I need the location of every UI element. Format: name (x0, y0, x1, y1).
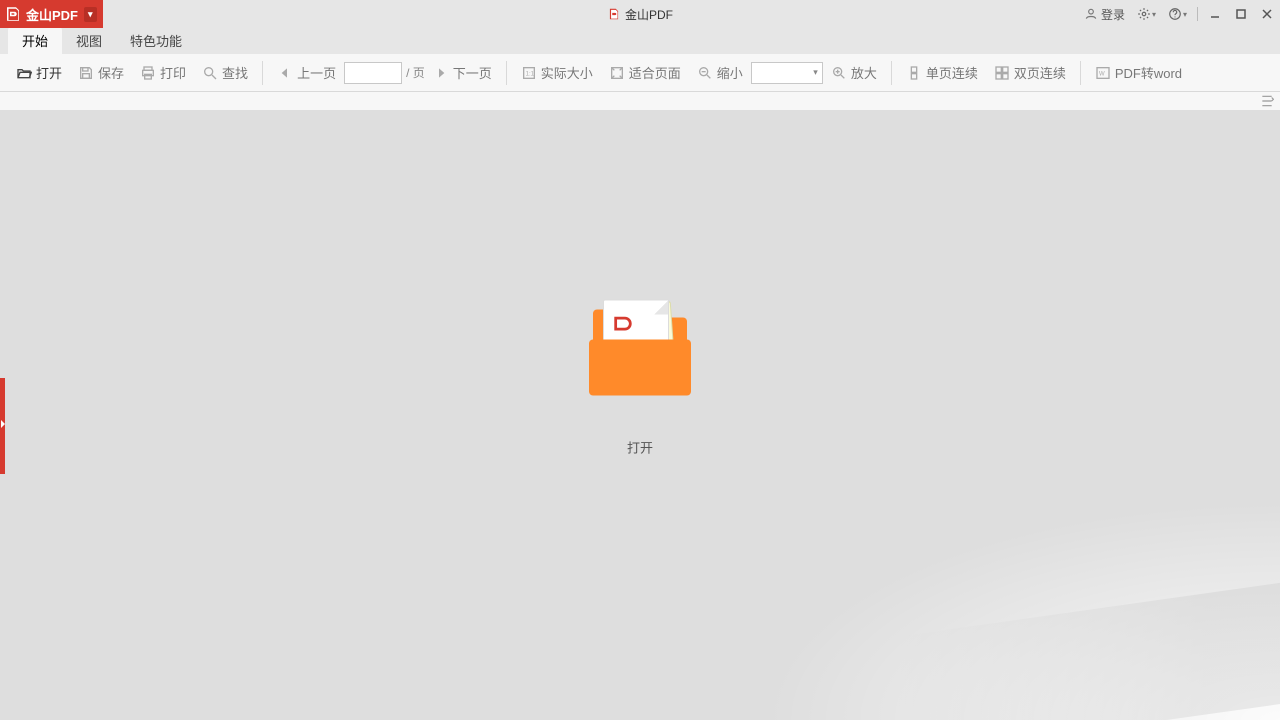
app-logo-icon (4, 5, 22, 23)
zoom-in-button[interactable]: 放大 (823, 54, 885, 91)
open-tile-label: 打开 (627, 438, 653, 457)
gear-icon (1137, 7, 1151, 21)
collapse-ribbon-icon[interactable] (1260, 94, 1274, 108)
tab-start[interactable]: 开始 (8, 27, 62, 54)
toolbar-strip (0, 92, 1280, 110)
print-icon (140, 65, 156, 81)
app-badge[interactable]: 金山PDF ▾ (0, 0, 103, 28)
folder-open-icon (16, 65, 32, 81)
next-page-button[interactable]: 下一页 (425, 54, 500, 91)
zoom-input[interactable] (752, 66, 822, 80)
document-icon (607, 7, 621, 21)
actual-size-button[interactable]: 1:1 实际大小 (513, 54, 601, 91)
prev-page-button[interactable]: 上一页 (269, 54, 344, 91)
document-title: 金山PDF (607, 6, 673, 23)
titlebar-separator (1197, 7, 1198, 21)
pdf-doc-icon (612, 315, 634, 337)
find-button[interactable]: 查找 (194, 54, 256, 91)
arrow-right-icon (433, 65, 449, 81)
fit-page-icon (609, 65, 625, 81)
login-label: 登录 (1101, 6, 1125, 23)
fit-page-button[interactable]: 适合页面 (601, 54, 689, 91)
user-icon (1084, 7, 1098, 21)
maximize-button[interactable] (1228, 0, 1254, 28)
toolbar-separator (506, 61, 507, 85)
zoom-in-label: 放大 (851, 63, 877, 82)
search-icon (202, 65, 218, 81)
minimize-button[interactable] (1202, 0, 1228, 28)
find-label: 查找 (222, 63, 248, 82)
app-menu-dropdown-icon[interactable]: ▾ (84, 7, 97, 22)
pdf-to-word-button[interactable]: W PDF转word (1087, 54, 1190, 91)
open-folder-illustration (585, 300, 695, 410)
toolbar-separator (891, 61, 892, 85)
zoom-out-button[interactable]: 缩小 (689, 54, 751, 91)
ribbon-tabs: 开始 视图 特色功能 (0, 28, 1280, 54)
fit-page-label: 适合页面 (629, 63, 681, 82)
double-continuous-button[interactable]: 双页连续 (986, 54, 1074, 91)
tab-view[interactable]: 视图 (62, 27, 116, 54)
single-continuous-label: 单页连续 (926, 63, 978, 82)
help-icon (1168, 7, 1182, 21)
double-page-icon (994, 65, 1010, 81)
save-label: 保存 (98, 63, 124, 82)
arrow-left-icon (277, 65, 293, 81)
double-continuous-label: 双页连续 (1014, 63, 1066, 82)
open-label: 打开 (36, 63, 62, 82)
single-continuous-button[interactable]: 单页连续 (898, 54, 986, 91)
help-dropdown-icon: ▾ (1183, 10, 1187, 19)
help-button[interactable]: ▾ (1162, 0, 1193, 28)
tab-features[interactable]: 特色功能 (116, 27, 196, 54)
page-suffix-label: / 页 (406, 64, 425, 81)
title-bar: 金山PDF ▾ 金山PDF 登录 ▾ ▾ (0, 0, 1280, 28)
single-page-icon (906, 65, 922, 81)
prev-page-label: 上一页 (297, 63, 336, 82)
pdf-to-word-label: PDF转word (1115, 63, 1182, 82)
save-icon (78, 65, 94, 81)
document-title-text: 金山PDF (625, 6, 673, 23)
next-page-label: 下一页 (453, 63, 492, 82)
print-button[interactable]: 打印 (132, 54, 194, 91)
login-button[interactable]: 登录 (1078, 0, 1131, 28)
pdf-to-word-icon: W (1095, 65, 1111, 81)
zoom-out-icon (697, 65, 713, 81)
svg-text:1:1: 1:1 (525, 71, 534, 77)
zoom-in-icon (831, 65, 847, 81)
chevron-down-icon[interactable]: ▾ (813, 67, 818, 78)
svg-text:W: W (1099, 71, 1105, 77)
zoom-combo[interactable]: ▾ (751, 62, 823, 84)
toolbar-separator (262, 61, 263, 85)
print-label: 打印 (160, 63, 186, 82)
toolbar-separator (1080, 61, 1081, 85)
maximize-icon (1235, 8, 1247, 20)
actual-size-label: 实际大小 (541, 63, 593, 82)
page-number-input[interactable] (344, 62, 402, 84)
minimize-icon (1209, 8, 1221, 20)
settings-button[interactable]: ▾ (1131, 0, 1162, 28)
chevron-right-icon (1, 420, 5, 428)
toolbar: 打开 保存 打印 查找 上一页 / 页 下一页 1:1 实际大小 适合页面 缩小… (0, 54, 1280, 92)
workspace: 打开 (0, 110, 1280, 720)
save-button[interactable]: 保存 (70, 54, 132, 91)
app-name: 金山PDF (26, 5, 78, 24)
actual-size-icon: 1:1 (521, 65, 537, 81)
open-button[interactable]: 打开 (8, 54, 70, 91)
zoom-out-label: 缩小 (717, 63, 743, 82)
open-file-tile[interactable]: 打开 (585, 300, 695, 457)
settings-dropdown-icon: ▾ (1152, 10, 1156, 19)
titlebar-right: 登录 ▾ ▾ (1078, 0, 1280, 28)
close-icon (1261, 8, 1273, 20)
close-button[interactable] (1254, 0, 1280, 28)
side-panel-handle[interactable] (0, 378, 5, 474)
